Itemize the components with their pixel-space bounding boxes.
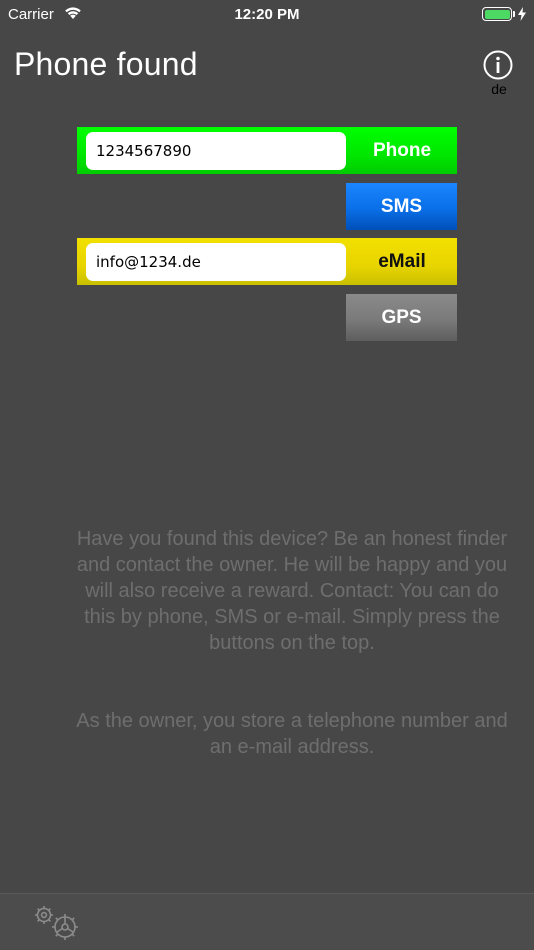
finder-message: Have you found this device? Be an honest… — [70, 500, 514, 786]
app-screen: Carrier 12:20 PM Phone found de Phone — [0, 0, 534, 950]
battery-level — [484, 9, 510, 19]
phone-row: Phone — [77, 127, 457, 174]
sms-button[interactable]: SMS — [346, 183, 457, 230]
battery-tip — [513, 11, 515, 17]
info-icon[interactable] — [483, 50, 513, 80]
phone-button[interactable]: Phone — [347, 127, 457, 174]
clock: 12:20 PM — [234, 6, 300, 23]
language-label[interactable]: de — [484, 81, 514, 97]
gps-button[interactable]: GPS — [346, 294, 457, 341]
gears-icon[interactable] — [30, 902, 86, 944]
bottom-toolbar — [0, 893, 534, 950]
phone-number-field[interactable] — [86, 132, 346, 170]
battery-icon — [482, 7, 512, 21]
status-bar: Carrier 12:20 PM — [0, 0, 534, 30]
finder-message-paragraph-1: Have you found this device? Be an honest… — [76, 528, 508, 654]
finder-message-paragraph-2: As the owner, you store a telephone numb… — [76, 710, 508, 758]
email-row: eMail — [77, 238, 457, 285]
charging-bolt-icon — [518, 7, 526, 26]
email-button[interactable]: eMail — [347, 238, 457, 285]
email-field[interactable] — [86, 243, 346, 281]
page-title: Phone found — [14, 46, 198, 82]
